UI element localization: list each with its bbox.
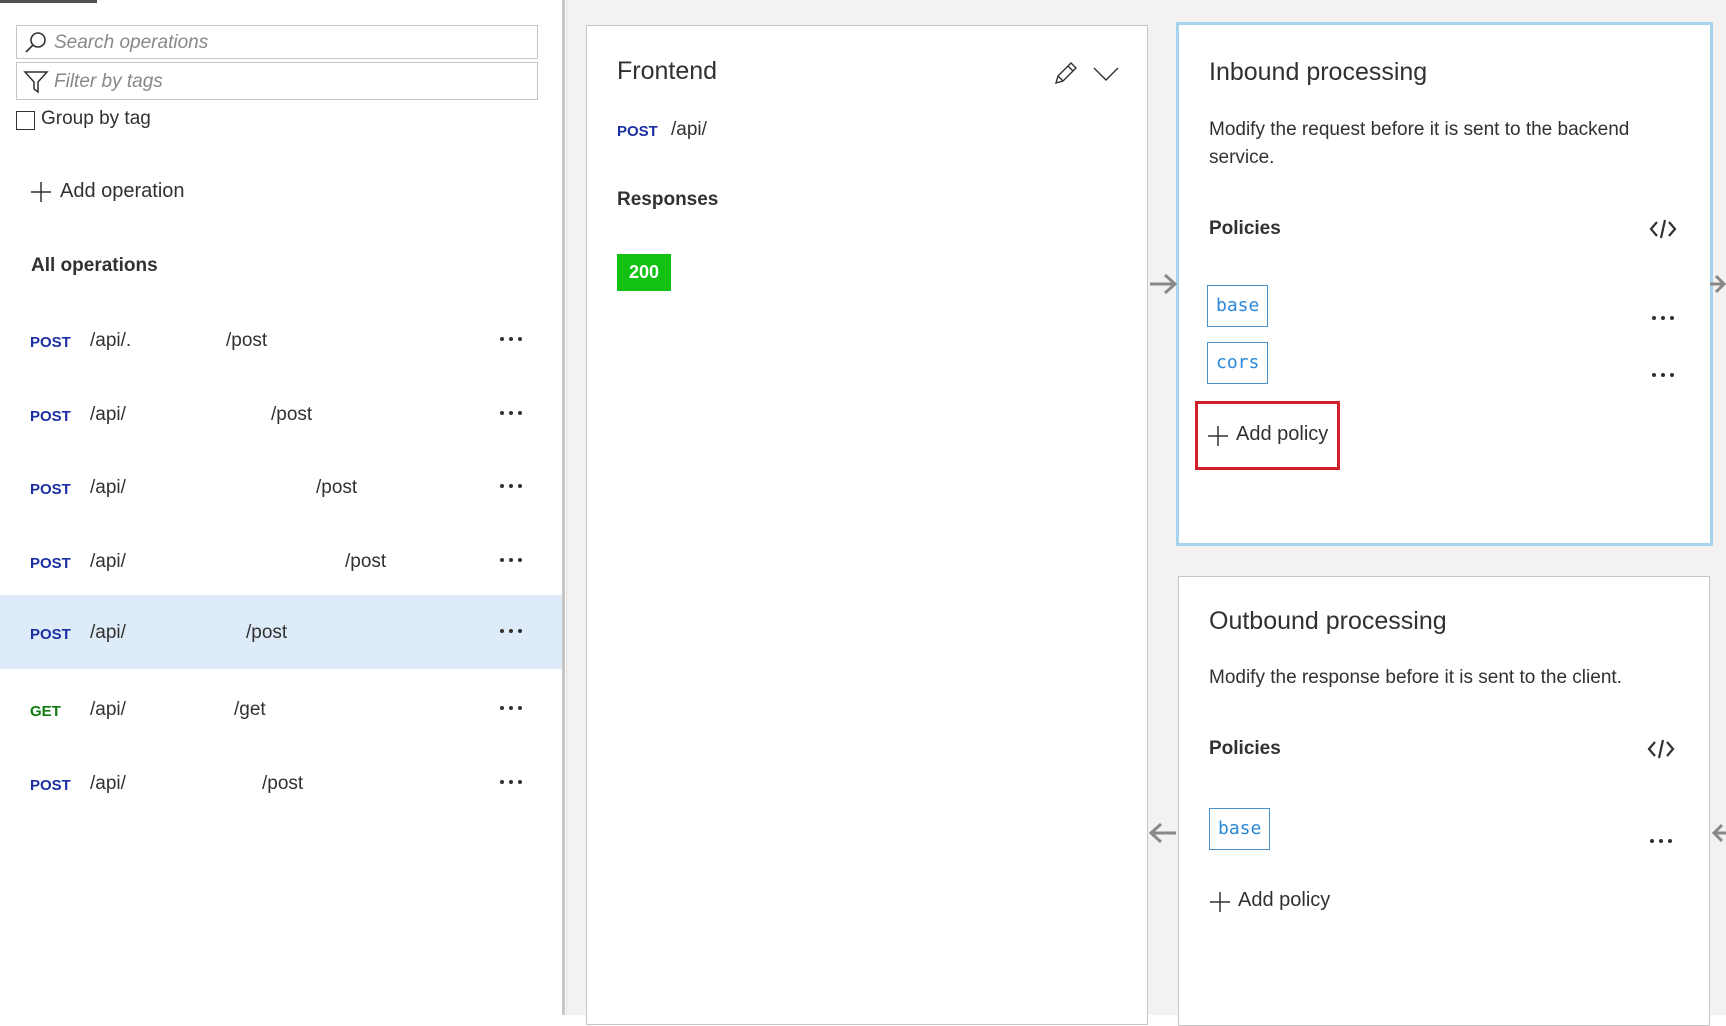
outbound-policies-label: Policies bbox=[1209, 738, 1281, 759]
add-policy-label: Add policy bbox=[1238, 889, 1331, 911]
operation-path-suffix: /post bbox=[226, 330, 268, 351]
more-options-icon[interactable] bbox=[497, 768, 529, 788]
more-options-icon[interactable] bbox=[1649, 308, 1681, 328]
pencil-icon[interactable] bbox=[1052, 61, 1078, 87]
status-badge[interactable]: 200 bbox=[617, 254, 671, 291]
http-method: POST bbox=[617, 123, 658, 140]
more-options-icon[interactable] bbox=[497, 399, 529, 419]
inbound-title: Inbound processing bbox=[1209, 58, 1428, 86]
http-method: POST bbox=[30, 334, 71, 351]
http-method: POST bbox=[30, 408, 71, 425]
plus-icon bbox=[1210, 892, 1230, 912]
more-options-icon[interactable] bbox=[497, 694, 529, 714]
search-placeholder: Search operations bbox=[54, 32, 209, 53]
all-operations-item[interactable]: All operations bbox=[31, 255, 158, 277]
frontend-card: Frontend POST /api/ Responses 200 bbox=[586, 25, 1148, 1025]
arrow-left-icon bbox=[1148, 822, 1176, 844]
operation-path-suffix: /post bbox=[271, 404, 313, 425]
operation-row[interactable]: POST /api/ /post bbox=[0, 526, 562, 598]
operation-row-selected[interactable]: POST /api/ /post bbox=[0, 595, 562, 669]
operation-path: /api/ bbox=[90, 404, 126, 425]
outbound-description: Modify the response before it is sent to… bbox=[1209, 667, 1622, 688]
http-method: GET bbox=[30, 703, 61, 720]
more-options-icon[interactable] bbox=[497, 472, 529, 492]
http-method: POST bbox=[30, 777, 71, 794]
more-options-icon[interactable] bbox=[497, 546, 529, 566]
active-tab-indicator bbox=[0, 0, 97, 3]
add-operation-label: Add operation bbox=[60, 180, 185, 202]
policy-base[interactable]: base bbox=[1209, 808, 1271, 850]
group-by-tag-label: Group by tag bbox=[41, 108, 151, 129]
group-by-tag-checkbox[interactable] bbox=[16, 111, 35, 130]
highlight-frame bbox=[1195, 401, 1340, 470]
policy-base[interactable]: base bbox=[1207, 285, 1269, 327]
code-view-icon[interactable] bbox=[1649, 218, 1677, 240]
more-options-icon[interactable] bbox=[1647, 831, 1679, 851]
more-options-icon[interactable] bbox=[497, 325, 529, 345]
plus-icon bbox=[31, 182, 51, 202]
operation-path-suffix: /post bbox=[262, 773, 304, 794]
chevron-down-icon[interactable] bbox=[1092, 64, 1120, 84]
http-method: POST bbox=[30, 626, 71, 643]
operation-row[interactable]: GET /api/ /get bbox=[0, 674, 562, 746]
filter-placeholder: Filter by tags bbox=[54, 71, 163, 92]
http-method: POST bbox=[30, 555, 71, 572]
outbound-title: Outbound processing bbox=[1209, 607, 1447, 635]
operation-path-suffix: /post bbox=[345, 551, 387, 572]
more-options-icon[interactable] bbox=[497, 617, 529, 637]
operation-path: /api/ bbox=[90, 477, 126, 498]
http-method: POST bbox=[30, 481, 71, 498]
operation-path-suffix: /post bbox=[246, 622, 288, 643]
arrow-right-icon bbox=[1150, 273, 1178, 295]
more-options-icon[interactable] bbox=[1649, 365, 1681, 385]
arrow-left-icon bbox=[1711, 823, 1726, 843]
operation-path: /api/ bbox=[90, 699, 126, 720]
pane-splitter[interactable] bbox=[562, 0, 565, 1015]
responses-label: Responses bbox=[617, 189, 719, 210]
operations-pane: Search operations Filter by tags Group b… bbox=[0, 0, 562, 1015]
frontend-title: Frontend bbox=[617, 57, 718, 85]
outbound-processing-card[interactable]: Outbound processing Modify the response … bbox=[1178, 576, 1710, 1026]
policy-cors[interactable]: cors bbox=[1207, 342, 1269, 384]
operation-path: /api/. bbox=[90, 330, 132, 351]
operation-path: /api/ bbox=[90, 622, 126, 643]
operation-row[interactable]: POST /api/ /post bbox=[0, 379, 562, 451]
code-view-icon[interactable] bbox=[1647, 738, 1675, 760]
operation-path-suffix: /post bbox=[316, 477, 358, 498]
inbound-description: Modify the request before it is sent to … bbox=[1209, 119, 1630, 168]
operation-row[interactable]: POST /api/ /post bbox=[0, 748, 562, 820]
operation-row[interactable]: POST /api/ /post bbox=[0, 452, 562, 524]
frontend-path: /api/ bbox=[671, 119, 707, 140]
operation-path: /api/ bbox=[90, 551, 126, 572]
filter-icon bbox=[23, 71, 49, 94]
operation-row[interactable]: POST /api/. /post bbox=[0, 305, 562, 377]
arrow-right-icon bbox=[1710, 274, 1726, 294]
filter-input[interactable]: Filter by tags bbox=[16, 62, 538, 100]
operation-path: /api/ bbox=[90, 773, 126, 794]
search-input[interactable]: Search operations bbox=[16, 25, 538, 59]
operation-path-suffix: /get bbox=[234, 699, 266, 720]
inbound-policies-label: Policies bbox=[1209, 218, 1281, 239]
search-icon bbox=[25, 32, 46, 53]
